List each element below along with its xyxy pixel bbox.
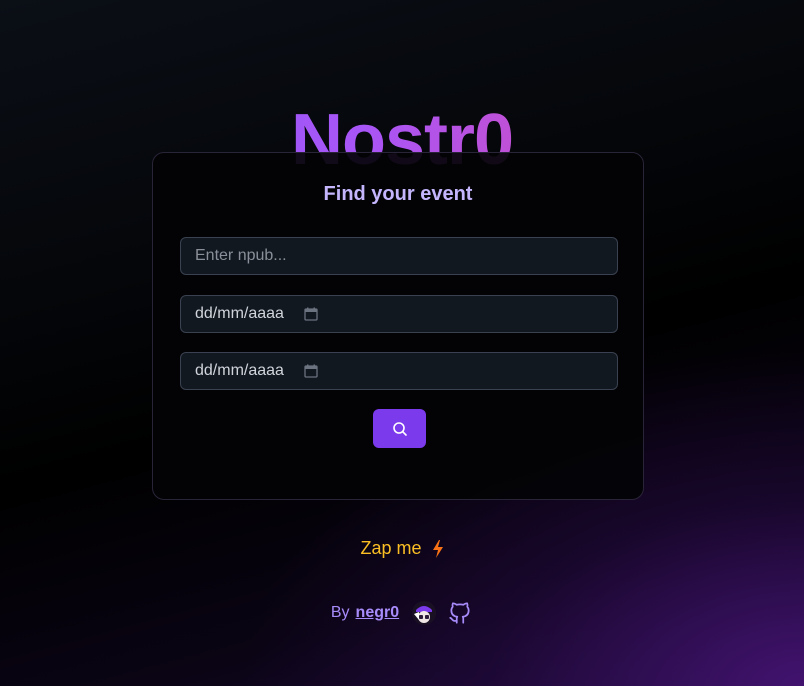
npub-input[interactable] [180,237,618,275]
lightning-icon [432,539,444,558]
author-link[interactable]: negr0 [356,604,400,622]
footer: By negr0 [0,600,804,626]
by-label: By [330,604,350,621]
calendar-icon[interactable] [304,307,318,321]
calendar-icon[interactable] [304,364,318,378]
start-date-placeholder: dd/mm/aaaa [195,305,284,322]
card-title: Find your event [323,183,473,205]
end-date-placeholder: dd/mm/aaaa [195,362,284,379]
zap-link[interactable]: Zap me [0,538,804,559]
github-icon[interactable] [447,600,473,626]
end-date-input[interactable]: dd/mm/aaaa [180,352,618,390]
zap-label: Zap me [360,538,422,558]
start-date-input[interactable]: dd/mm/aaaa [180,295,618,333]
search-icon [392,421,408,437]
search-button[interactable] [373,409,426,448]
avatar[interactable] [411,600,437,626]
search-card: Find your event dd/mm/aaaa dd/mm/aaaa [152,152,644,500]
